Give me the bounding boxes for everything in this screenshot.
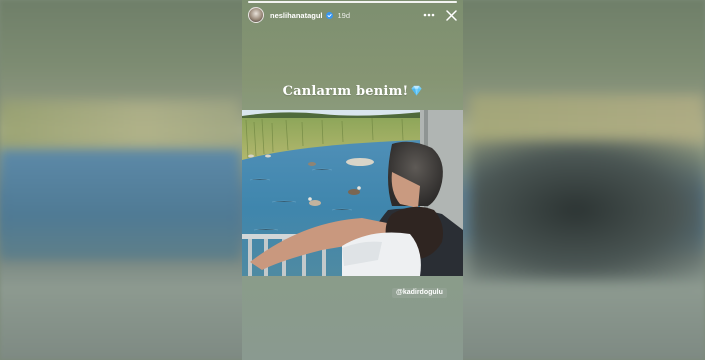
- blurred-figure-right: [470, 140, 705, 280]
- blurred-water-left: [0, 150, 240, 260]
- story-caption-text: Canlarım benim!: [282, 84, 409, 99]
- story-caption: Canlarım benim!: [242, 84, 463, 99]
- story-header: neslihanatagul 19d: [248, 6, 458, 24]
- story-mention-tag[interactable]: @kadirdogulu: [392, 288, 447, 298]
- story-frame[interactable]: neslihanatagul 19d Canlarım benim! @kadi…: [242, 0, 463, 360]
- story-time-ago: 19d: [337, 10, 351, 20]
- blurred-reeds-left: [0, 100, 240, 150]
- story-progress-bar: [248, 1, 457, 3]
- blurred-reeds-right: [470, 95, 705, 145]
- story-photo: [242, 110, 463, 276]
- more-horizontal-icon[interactable]: [422, 8, 436, 22]
- story-username[interactable]: neslihanatagul: [270, 11, 323, 20]
- avatar[interactable]: [248, 7, 264, 23]
- verified-badge-icon: [325, 11, 333, 19]
- gem-stone-icon: [411, 85, 422, 96]
- close-icon[interactable]: [444, 8, 458, 22]
- story-progress-fill: [248, 1, 457, 3]
- lake-father-baby-photo: [242, 110, 463, 276]
